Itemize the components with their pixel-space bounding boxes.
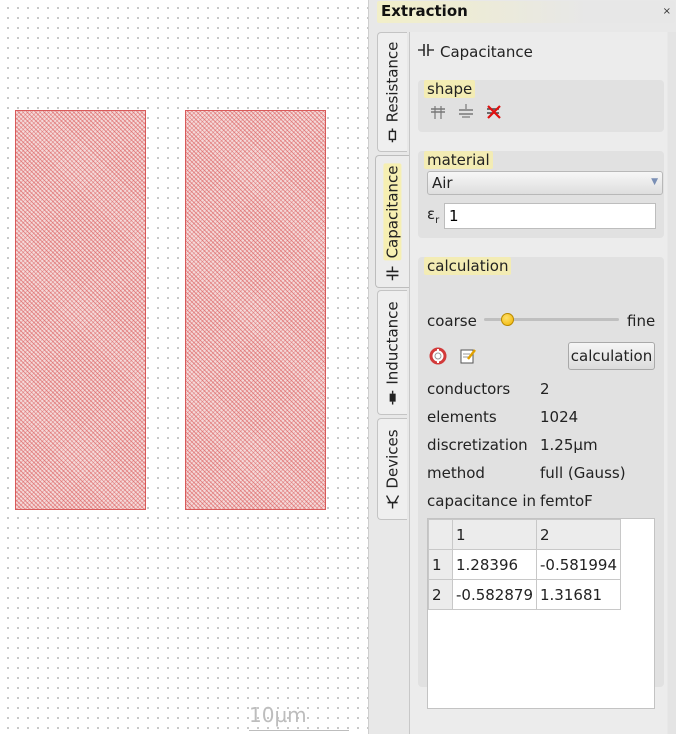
material-selected-value: Air — [432, 174, 453, 192]
tab-capacitance[interactable]: Capacitance — [375, 155, 409, 288]
lifebuoy-icon[interactable] — [428, 346, 448, 366]
tab-label: Devices — [383, 429, 402, 489]
coarse-label: coarse — [427, 312, 477, 330]
panel-header: Capacitance — [418, 43, 533, 61]
precision-slider[interactable] — [484, 313, 619, 326]
layout-canvas[interactable]: 10µm — [0, 0, 368, 734]
conductor-1[interactable] — [15, 110, 146, 510]
capacitance-matrix[interactable]: 1 2 1 1.28396 -0.581994 2 -0.582879 1.31… — [427, 518, 655, 709]
method-label: method — [427, 464, 485, 482]
capacitor-icon — [418, 43, 434, 61]
elements-value: 1024 — [540, 408, 579, 426]
column-header[interactable]: 1 — [452, 519, 537, 550]
column-header[interactable]: 2 — [536, 519, 621, 550]
permittivity-label: εr — [427, 205, 439, 226]
capacitor-icon — [386, 265, 400, 280]
conductor-2[interactable] — [185, 110, 326, 510]
tab-label: Resistance — [383, 41, 402, 123]
capacitance-unit-label: capacitance in — [427, 492, 537, 510]
discretization-label: discretization — [427, 436, 528, 454]
table-cell[interactable]: -0.581994 — [536, 549, 621, 580]
table-cell[interactable]: 1.31681 — [536, 579, 621, 610]
shape-group-title: shape — [424, 80, 476, 98]
table-corner — [428, 519, 453, 550]
row-header[interactable]: 2 — [428, 579, 453, 610]
conductors-value: 2 — [540, 380, 550, 398]
permittivity-input[interactable] — [444, 203, 656, 229]
material-group-title: material — [424, 151, 493, 169]
fine-label: fine — [627, 312, 656, 330]
notepad-icon[interactable] — [458, 346, 478, 366]
table-row: 2 -0.582879 1.31681 — [428, 579, 621, 610]
capacitor-bottom-icon[interactable] — [456, 102, 476, 122]
table-cell[interactable]: 1.28396 — [452, 549, 537, 580]
extraction-dock: Extraction × Resistance Capacitance Indu… — [368, 0, 676, 734]
precision-slider-handle[interactable] — [501, 313, 515, 326]
scale-label: 10µm — [249, 703, 307, 727]
scale-bar — [249, 730, 349, 731]
material-group: material Air ▼ εr — [418, 151, 664, 238]
conductors-label: conductors — [427, 380, 511, 398]
close-icon[interactable]: × — [663, 7, 671, 17]
material-select[interactable]: Air ▼ — [427, 171, 663, 195]
tab-label: Inductance — [383, 300, 402, 385]
tab-devices[interactable]: Devices — [377, 418, 407, 520]
epsilon-subscript: r — [435, 215, 440, 226]
tab-resistance[interactable]: Resistance — [377, 32, 407, 152]
dock-title: Extraction — [381, 2, 468, 20]
tab-inductance[interactable]: Inductance — [377, 290, 407, 415]
dock-edge — [668, 32, 676, 734]
resistor-icon — [386, 128, 400, 143]
delete-shape-icon[interactable] — [484, 102, 504, 122]
discretization-value: 1.25µm — [540, 436, 598, 454]
row-header[interactable]: 1 — [428, 549, 453, 580]
chevron-down-icon: ▼ — [651, 177, 658, 187]
tab-label: Capacitance — [383, 163, 402, 260]
capacitance-unit-value: femtoF — [540, 492, 593, 510]
dock-title-bar[interactable]: Extraction × — [377, 1, 675, 23]
inductor-icon — [386, 390, 400, 405]
capacitance-panel: Capacitance shape material Air ▼ εr 1 ca… — [409, 32, 667, 734]
epsilon-symbol: ε — [427, 205, 436, 223]
transistor-icon — [385, 495, 400, 509]
calculation-group-title: calculation — [424, 257, 512, 275]
capacitance-table: 1 2 1 1.28396 -0.581994 2 -0.582879 1.31… — [428, 519, 621, 610]
table-row: 1 1.28396 -0.581994 — [428, 549, 621, 580]
elements-label: elements — [427, 408, 497, 426]
capacitor-top-icon[interactable] — [428, 102, 448, 122]
method-value: full (Gauss) — [540, 464, 626, 482]
table-cell[interactable]: -0.582879 — [452, 579, 537, 610]
calculation-group: calculation coarse fine calculation cond… — [418, 257, 664, 709]
calculation-button[interactable]: calculation — [568, 342, 655, 370]
shape-group: shape — [418, 80, 664, 132]
table-header-row: 1 2 — [428, 519, 621, 550]
panel-title: Capacitance — [440, 43, 533, 61]
